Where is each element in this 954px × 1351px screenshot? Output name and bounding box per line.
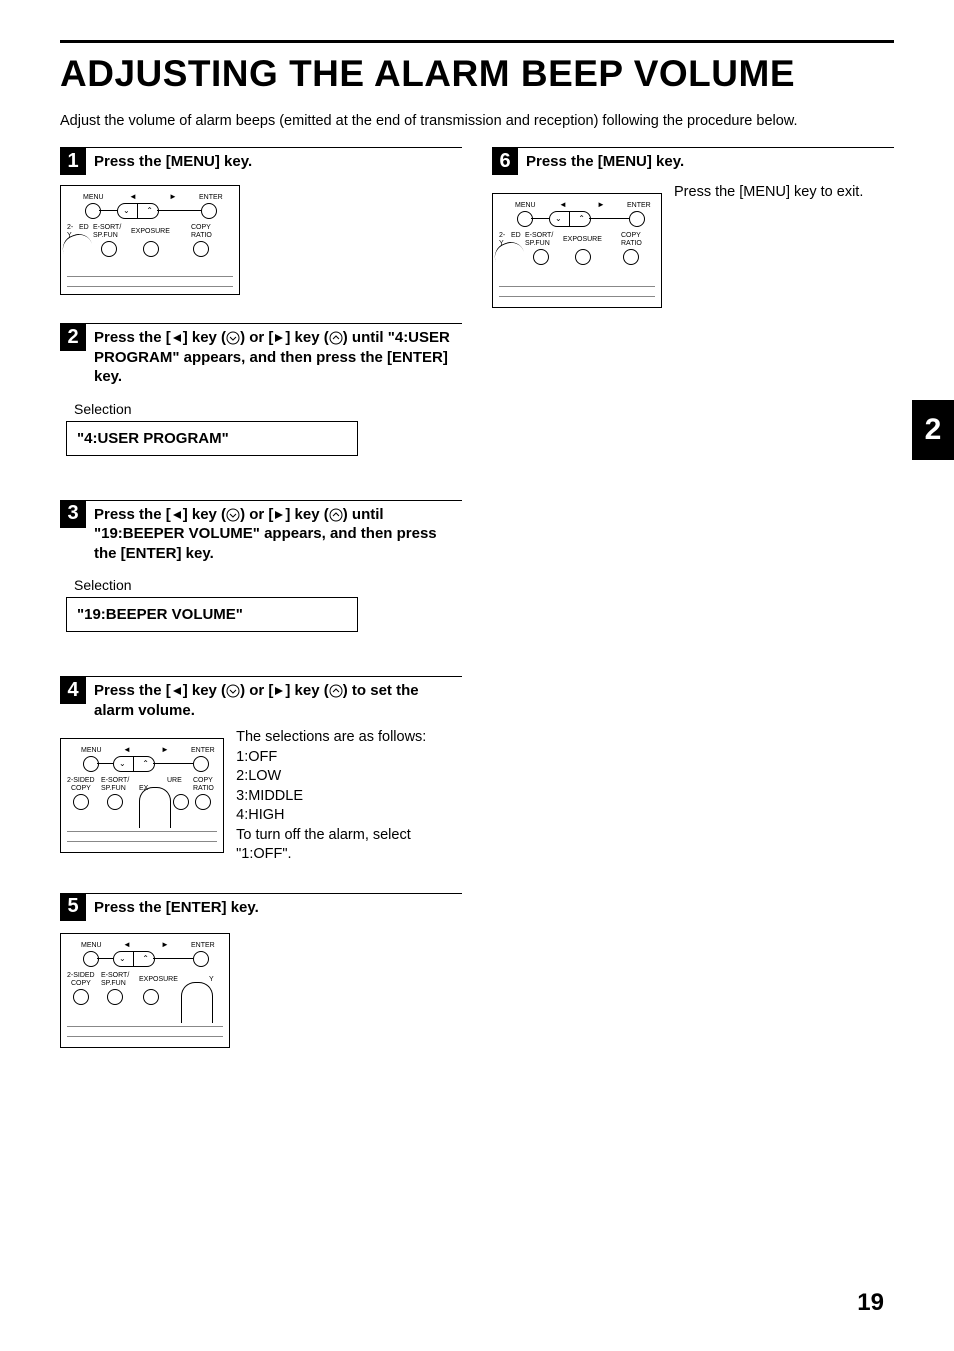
fig-label-esort: E-SORT/ [93, 224, 121, 231]
control-panel-figure: MENU ◄ ► ENTER ⌄ ⌃ 2- ED Y [60, 185, 240, 295]
left-arrow-icon [171, 510, 183, 520]
step-3: 3 Press the [] key () or [] key () until… [60, 500, 462, 633]
step-number: 1 [60, 147, 86, 175]
up-circle-icon [329, 331, 343, 345]
step-title: Press the [MENU] key. [518, 148, 684, 172]
step-title: Press the [] key () or [] key () to set … [86, 677, 462, 720]
up-circle-icon [329, 508, 343, 522]
step-title: Press the [MENU] key. [86, 148, 252, 172]
step-number: 4 [60, 676, 86, 704]
down-circle-icon [226, 331, 240, 345]
left-arrow-icon [171, 333, 183, 343]
right-arrow-icon [273, 333, 285, 343]
fig-label-copy: COPY [191, 224, 211, 231]
fig-label-menu: MENU [83, 194, 104, 201]
step-title: Press the [] key () or [] key () until "… [86, 501, 462, 564]
up-circle-icon [329, 684, 343, 698]
control-panel-figure: MENU ◄ ► ENTER ⌄ ⌃ 2-SIDED COPY E-SOR [60, 933, 230, 1048]
fig-label-enter: ENTER [199, 194, 223, 201]
step-description: Press the [MENU] key to exit. [674, 183, 863, 203]
control-panel-figure: MENU ◄ ► ENTER ⌄ ⌃ 2- [492, 193, 662, 308]
left-arrow-icon [171, 686, 183, 696]
fig-label-ed: ED [79, 224, 89, 231]
down-circle-icon [226, 684, 240, 698]
control-panel-figure: MENU ◄ ► ENTER ⌄ ⌃ 2-SIDED [60, 738, 224, 853]
step-number: 6 [492, 147, 518, 175]
step-number: 3 [60, 500, 86, 528]
page-number: 19 [857, 1289, 884, 1317]
step-number: 2 [60, 323, 86, 351]
display-value: "19:BEEPER VOLUME" [66, 597, 358, 632]
intro-text: Adjust the volume of alarm beeps (emitte… [60, 113, 894, 129]
step-5: 5 Press the [ENTER] key. MENU ◄ ► ENTER … [60, 893, 462, 1048]
step-title: Press the [ENTER] key. [86, 894, 259, 918]
step-description: The selections are as follows: 1:OFF 2:L… [236, 728, 462, 865]
fig-label-spfun: SP.FUN [93, 232, 118, 239]
step-2: 2 Press the [] key () or [] key () until… [60, 323, 462, 456]
selection-label: Selection [74, 577, 462, 593]
chapter-tab: 2 [912, 400, 954, 460]
fig-label-exposure: EXPOSURE [131, 228, 170, 235]
display-value: "4:USER PROGRAM" [66, 421, 358, 456]
step-6: 6 Press the [MENU] key. MENU ◄ ► ENTER ⌄… [492, 147, 894, 308]
step-4: 4 Press the [] key () or [] key () to se… [60, 676, 462, 865]
step-title: Press the [] key () or [] key () until "… [86, 324, 462, 387]
step-1: 1 Press the [MENU] key. MENU ◄ ► ENTER ⌄… [60, 147, 462, 295]
page-title: ADJUSTING THE ALARM BEEP VOLUME [60, 53, 894, 95]
right-arrow-icon [273, 686, 285, 696]
fig-label-ratio: RATIO [191, 232, 212, 239]
step-number: 5 [60, 893, 86, 921]
right-arrow-icon [273, 510, 285, 520]
selection-label: Selection [74, 401, 462, 417]
down-circle-icon [226, 508, 240, 522]
